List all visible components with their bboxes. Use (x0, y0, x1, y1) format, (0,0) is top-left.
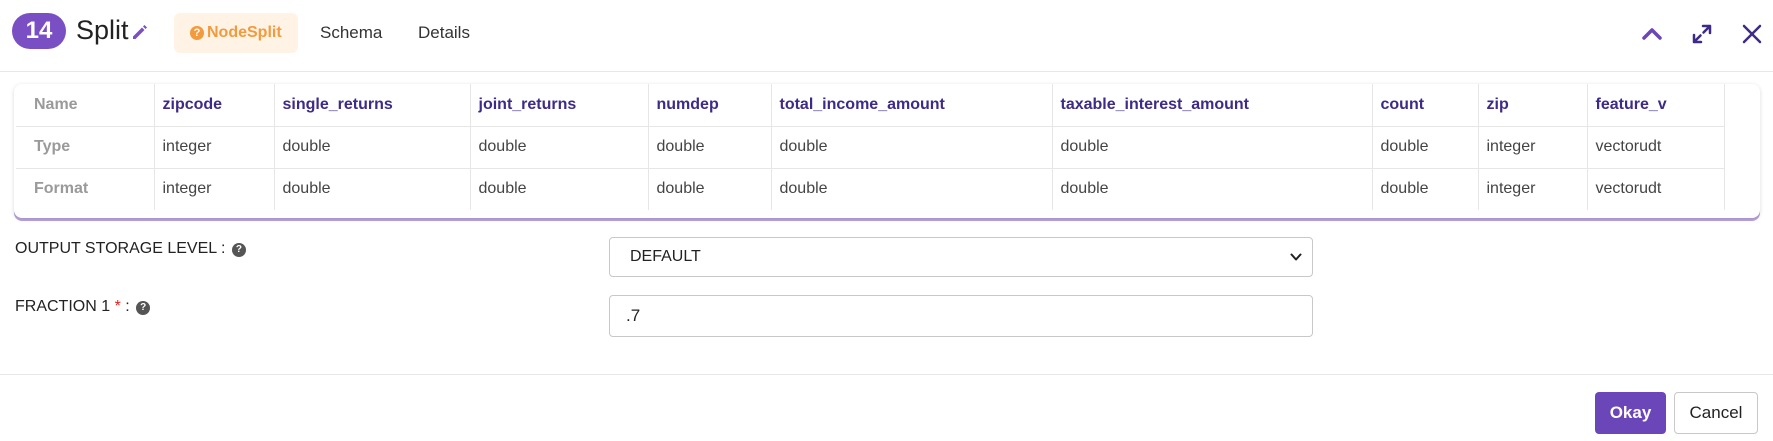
column-format-cell: double (648, 168, 772, 210)
schema-format-row: Format integer double double double doub… (16, 168, 1725, 210)
tab-schema[interactable]: Schema (320, 13, 382, 53)
output-storage-level-label-text: OUTPUT STORAGE LEVEL : (15, 240, 226, 257)
row-header-name: Name (16, 84, 155, 127)
column-type-cell: double (470, 126, 649, 169)
output-storage-level-label: OUTPUT STORAGE LEVEL : ? (15, 239, 246, 259)
column-type-cell: double (1372, 126, 1479, 169)
help-icon[interactable]: ? (231, 243, 246, 257)
column-type-cell: double (648, 126, 772, 169)
okay-button[interactable]: Okay (1595, 392, 1666, 434)
column-format-cell: integer (154, 168, 275, 210)
column-type-cell: integer (154, 126, 275, 169)
fraction1-label: FRACTION 1 * : ? (15, 297, 151, 317)
column-name-cell: single_returns (274, 84, 471, 127)
column-name-cell: zipcode (154, 84, 275, 127)
chevron-down-icon (1290, 253, 1302, 261)
column-format-cell: double (274, 168, 471, 210)
column-type-cell: integer (1478, 126, 1588, 169)
cancel-button[interactable]: Cancel (1674, 392, 1758, 434)
column-format-cell: vectorudt (1587, 168, 1725, 210)
chevron-up-icon[interactable] (1640, 22, 1664, 46)
output-storage-level-value: DEFAULT (630, 248, 701, 265)
expand-icon[interactable] (1690, 22, 1714, 46)
tab-details[interactable]: Details (418, 13, 470, 53)
column-name-cell: feature_v (1587, 84, 1725, 127)
schema-table-card: Name zipcode single_returns joint_return… (14, 84, 1760, 218)
column-name-cell: joint_returns (470, 84, 649, 127)
column-name-cell: total_income_amount (771, 84, 1053, 127)
row-header-type: Type (16, 126, 155, 169)
question-icon: ? (190, 26, 204, 40)
column-format-cell: double (1372, 168, 1479, 210)
help-icon[interactable]: ? (136, 301, 151, 315)
required-marker: * (114, 298, 121, 315)
schema-name-row: Name zipcode single_returns joint_return… (16, 84, 1725, 127)
column-name-cell: zip (1478, 84, 1588, 127)
column-format-cell: double (1052, 168, 1373, 210)
pencil-icon[interactable] (130, 22, 150, 42)
fraction1-input[interactable] (609, 295, 1313, 337)
fraction1-colon: : (125, 298, 130, 315)
row-header-format: Format (16, 168, 155, 210)
node-title: Split (76, 15, 129, 45)
column-name-cell: count (1372, 84, 1479, 127)
node-number-badge: 14 (12, 13, 66, 49)
tab-nodesplit-label: NodeSplit (207, 24, 282, 41)
dialog-header: 14 Split ? NodeSplit Schema Details (0, 0, 1773, 72)
column-type-cell: double (274, 126, 471, 169)
column-format-cell: integer (1478, 168, 1588, 210)
column-format-cell: double (470, 168, 649, 210)
column-format-cell: double (771, 168, 1053, 210)
output-storage-level-select[interactable]: DEFAULT (609, 237, 1313, 277)
column-type-cell: double (771, 126, 1053, 169)
close-icon[interactable] (1740, 22, 1764, 46)
column-name-cell: numdep (648, 84, 772, 127)
schema-type-row: Type integer double double double double… (16, 126, 1725, 169)
schema-table: Name zipcode single_returns joint_return… (16, 84, 1725, 210)
column-type-cell: vectorudt (1587, 126, 1725, 169)
column-name-cell: taxable_interest_amount (1052, 84, 1373, 127)
fraction1-label-text: FRACTION 1 (15, 298, 111, 315)
column-type-cell: double (1052, 126, 1373, 169)
tab-nodesplit[interactable]: ? NodeSplit (174, 13, 298, 53)
footer-divider (0, 374, 1773, 375)
